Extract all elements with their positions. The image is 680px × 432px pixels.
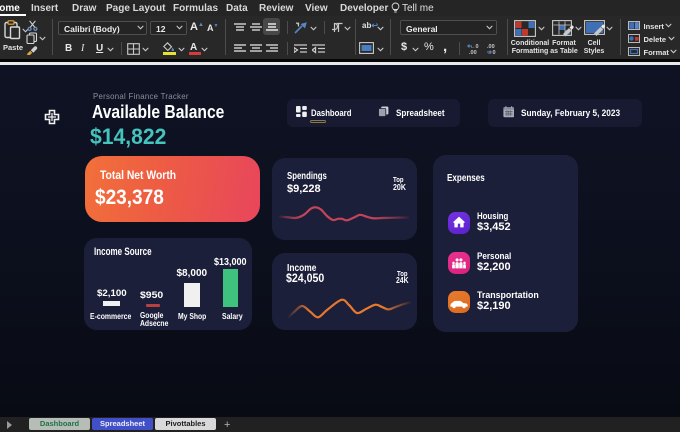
svg-text:.00: .00: [469, 50, 477, 55]
